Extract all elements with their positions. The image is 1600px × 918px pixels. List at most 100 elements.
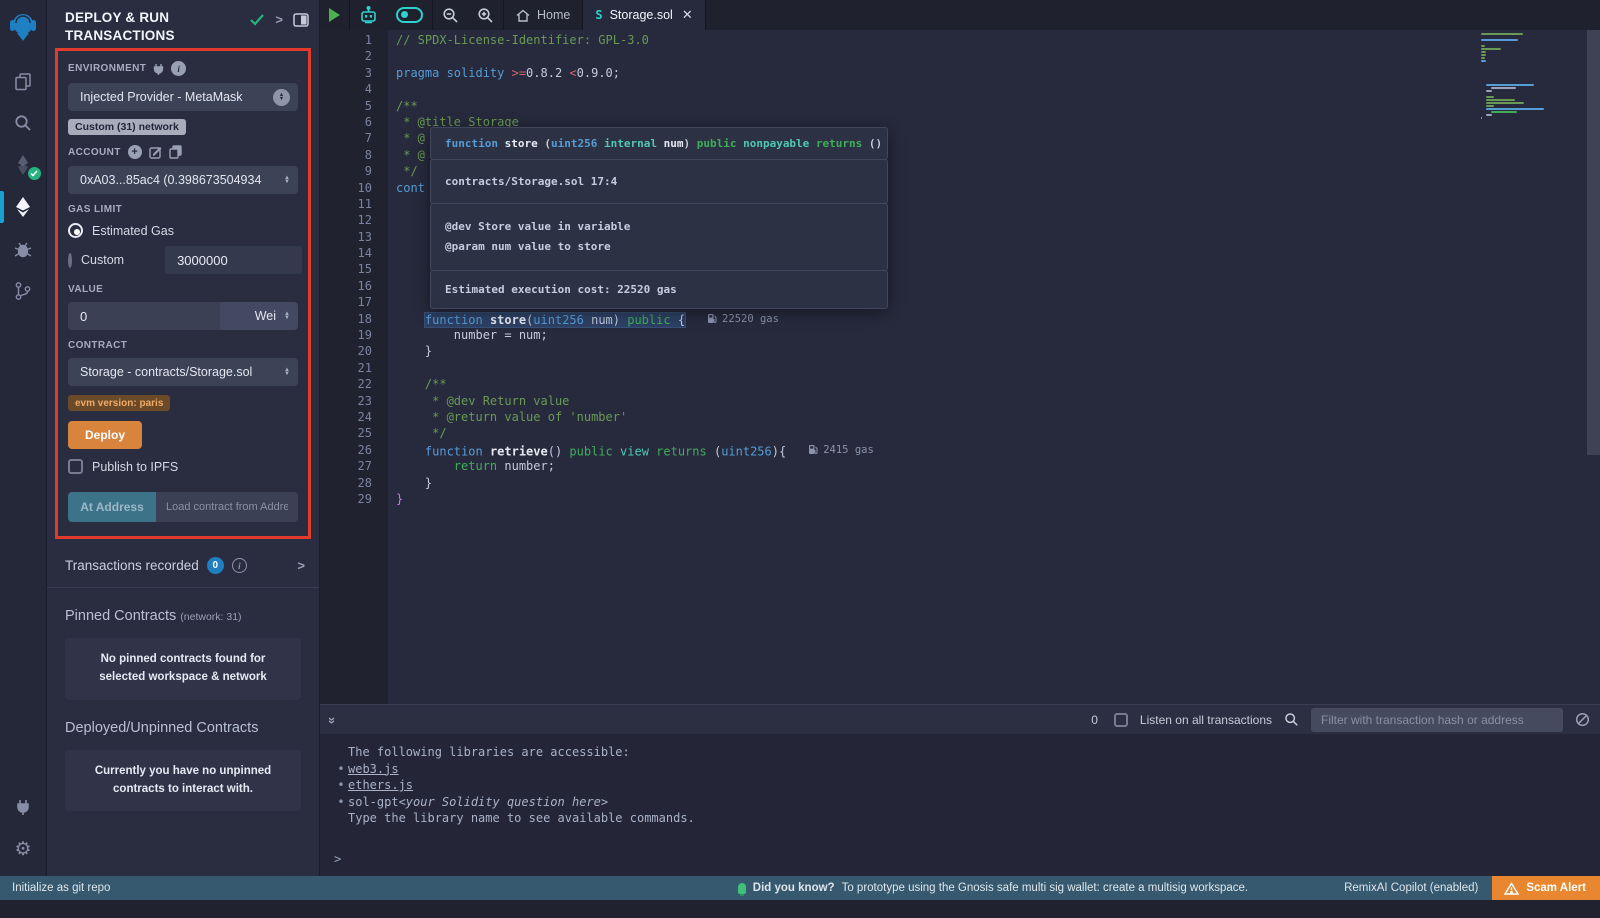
- value-unit-select[interactable]: Wei ▲▼: [220, 302, 298, 330]
- editor-minimap[interactable]: [1481, 33, 1545, 120]
- contract-select[interactable]: Storage - contracts/Storage.sol ▲▼: [68, 358, 298, 386]
- tab-storage-sol[interactable]: S Storage.sol ✕: [583, 0, 705, 30]
- line-number: 19: [320, 327, 388, 343]
- expand-terminal-icon[interactable]: »: [325, 717, 340, 722]
- terminal-tx-count: 0: [1091, 713, 1098, 727]
- side-panel: DEPLOY & RUN TRANSACTIONS > ENVIRONMENT …: [47, 0, 320, 876]
- git-init-status[interactable]: Initialize as git repo: [0, 882, 110, 894]
- compiled-check-icon: [250, 14, 265, 26]
- deploy-form-annotated-region: ENVIRONMENT i Injected Provider - MetaMa…: [55, 48, 311, 539]
- at-address-button[interactable]: At Address: [68, 492, 156, 522]
- editor-scrollbar[interactable]: [1587, 30, 1600, 455]
- toggle-on-icon: [396, 7, 423, 23]
- debugger-icon[interactable]: [0, 232, 47, 266]
- git-icon[interactable]: [0, 274, 47, 308]
- terminal-search-icon[interactable]: [1284, 712, 1299, 727]
- publish-to-ipfs-option[interactable]: Publish to IPFS: [68, 459, 298, 474]
- network-badge: Custom (31) network: [68, 119, 186, 135]
- code-editor[interactable]: 1// SPDX-License-Identifier: GPL-3.023pr…: [320, 30, 1600, 704]
- settings-icon[interactable]: ⚙: [0, 832, 47, 866]
- line-number: 21: [320, 360, 388, 376]
- deploy-button[interactable]: Deploy: [68, 421, 142, 449]
- line-number: 5: [320, 98, 388, 114]
- contract-label: CONTRACT: [68, 340, 298, 351]
- line-number: 8: [320, 147, 388, 163]
- deploy-and-run-icon[interactable]: [0, 190, 47, 224]
- transactions-recorded-row[interactable]: Transactions recorded 0 i >: [47, 543, 319, 588]
- tab-home[interactable]: Home: [503, 0, 583, 30]
- code-line: 26 function retrieve() public view retur…: [320, 442, 1600, 458]
- code-line: 5/**: [320, 98, 1600, 114]
- line-number: 11: [320, 196, 388, 212]
- at-address-input[interactable]: [156, 492, 298, 522]
- code-line: 27 return number;: [320, 458, 1600, 474]
- remix-logo-icon: [8, 11, 38, 43]
- terminal-prompt[interactable]: >: [334, 852, 341, 866]
- publish-ipfs-checkbox[interactable]: [68, 459, 83, 474]
- line-number: 7: [320, 130, 388, 146]
- collapse-panel-icon[interactable]: >: [275, 12, 283, 27]
- estimated-gas-radio[interactable]: [68, 223, 83, 238]
- editor-toolbar: Home S Storage.sol ✕: [320, 0, 1600, 30]
- plugin-manager-icon[interactable]: [0, 790, 47, 824]
- line-number: 12: [320, 212, 388, 228]
- solidity-compiler-icon[interactable]: [0, 148, 47, 182]
- line-number: 24: [320, 409, 388, 425]
- transaction-filter-input[interactable]: [1311, 708, 1563, 732]
- code-line: 19 number = num;: [320, 327, 1600, 343]
- file-explorer-icon[interactable]: [0, 64, 47, 98]
- plug-icon[interactable]: [153, 63, 164, 75]
- sign-message-icon[interactable]: [149, 146, 162, 159]
- search-icon[interactable]: [0, 106, 47, 140]
- custom-gas-radio[interactable]: [68, 253, 72, 268]
- solidity-file-icon: S: [595, 8, 602, 22]
- ai-copilot-button[interactable]: [350, 0, 387, 30]
- custom-gas-option[interactable]: Custom: [68, 246, 298, 274]
- pin-panel-icon[interactable]: [293, 13, 309, 27]
- listen-transactions-checkbox[interactable]: [1114, 713, 1128, 727]
- copilot-status[interactable]: RemixAI Copilot (enabled): [1344, 882, 1478, 894]
- copilot-toggle[interactable]: [387, 0, 432, 30]
- terminal-output[interactable]: The following libraries are accessible:•…: [320, 734, 1600, 876]
- scam-alert-button[interactable]: Scam Alert: [1492, 876, 1600, 900]
- evm-version-badge: evm version: paris: [68, 395, 170, 411]
- run-script-button[interactable]: [320, 0, 349, 30]
- close-tab-icon[interactable]: ✕: [682, 7, 693, 23]
- stepper-icon: ▲▼: [284, 176, 290, 185]
- remix-logo[interactable]: [0, 6, 47, 48]
- line-number: 29: [320, 491, 388, 507]
- line-number: 15: [320, 261, 388, 277]
- line-number: 9: [320, 163, 388, 179]
- environment-label: ENVIRONMENT i: [68, 61, 298, 76]
- terminal-line[interactable]: •ethers.js: [334, 777, 1600, 794]
- home-icon: [516, 9, 530, 22]
- transactions-info-icon[interactable]: i: [232, 558, 247, 573]
- custom-gas-input[interactable]: [165, 246, 302, 274]
- terminal-line[interactable]: •web3.js: [334, 761, 1600, 778]
- listen-transactions-label: Listen on all transactions: [1140, 713, 1272, 727]
- environment-select[interactable]: Injected Provider - MetaMask ▲▼: [68, 83, 298, 111]
- environment-info-icon[interactable]: i: [171, 61, 186, 76]
- pinned-contracts-empty-state: No pinned contracts found for selected w…: [65, 638, 301, 700]
- terminal-link[interactable]: web3.js: [348, 761, 399, 778]
- line-number: 6: [320, 114, 388, 130]
- estimated-gas-option[interactable]: Estimated Gas: [68, 223, 298, 238]
- stepper-icon: ▲▼: [284, 312, 290, 321]
- gas-estimate-badge: 2415 gas: [808, 442, 874, 458]
- stepper-icon: ▲▼: [273, 89, 290, 106]
- zoom-in-icon: [477, 7, 494, 24]
- line-number: 13: [320, 229, 388, 245]
- line-number: 16: [320, 278, 388, 294]
- zoom-in-button[interactable]: [468, 0, 503, 30]
- line-number: 2: [320, 48, 388, 64]
- zoom-out-button[interactable]: [433, 0, 468, 30]
- account-select[interactable]: 0xA03...85ac4 (0.398673504934 ▲▼: [68, 166, 298, 194]
- value-input[interactable]: [68, 302, 220, 330]
- expand-transactions-icon[interactable]: >: [297, 558, 305, 573]
- pinned-network-label: (network: 31): [180, 611, 241, 623]
- clear-console-icon[interactable]: [1575, 712, 1590, 727]
- copy-address-icon[interactable]: [169, 145, 182, 159]
- add-account-icon[interactable]: +: [128, 145, 142, 159]
- terminal-link[interactable]: ethers.js: [348, 777, 413, 794]
- app-root: ⚙ DEPLOY & RUN TRANSACTIONS > ENVIRONMEN…: [0, 0, 1600, 876]
